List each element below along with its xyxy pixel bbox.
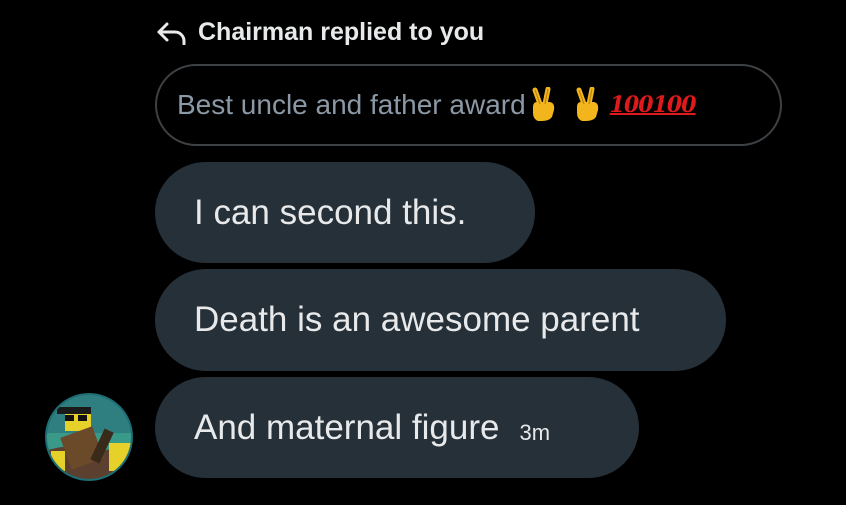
- reply-header-text: Chairman replied to you: [198, 18, 485, 46]
- victory-hand-icon: [572, 87, 602, 123]
- message-thread: Chairman replied to you Best uncle and f…: [0, 0, 846, 505]
- quoted-message[interactable]: Best uncle and father award 100100: [155, 64, 782, 146]
- message-bubble[interactable]: Death is an awesome parent: [155, 269, 726, 371]
- reply-arrow-icon: [156, 21, 188, 45]
- message-text: And maternal figure: [194, 407, 500, 447]
- hundred-points-icon: 100100: [609, 92, 697, 118]
- message-bubble[interactable]: I can second this.: [155, 162, 535, 263]
- message-text: I can second this.: [194, 192, 467, 232]
- quoted-message-text: Best uncle and father award: [177, 89, 526, 120]
- message-bubble[interactable]: And maternal figure 3m: [155, 377, 639, 478]
- message-text: Death is an awesome parent: [194, 300, 640, 339]
- message-timestamp: 3m: [519, 419, 551, 445]
- victory-hand-icon: [528, 87, 558, 123]
- roblox-avatar-icon[interactable]: [45, 393, 133, 481]
- reply-header: Chairman replied to you: [156, 18, 484, 47]
